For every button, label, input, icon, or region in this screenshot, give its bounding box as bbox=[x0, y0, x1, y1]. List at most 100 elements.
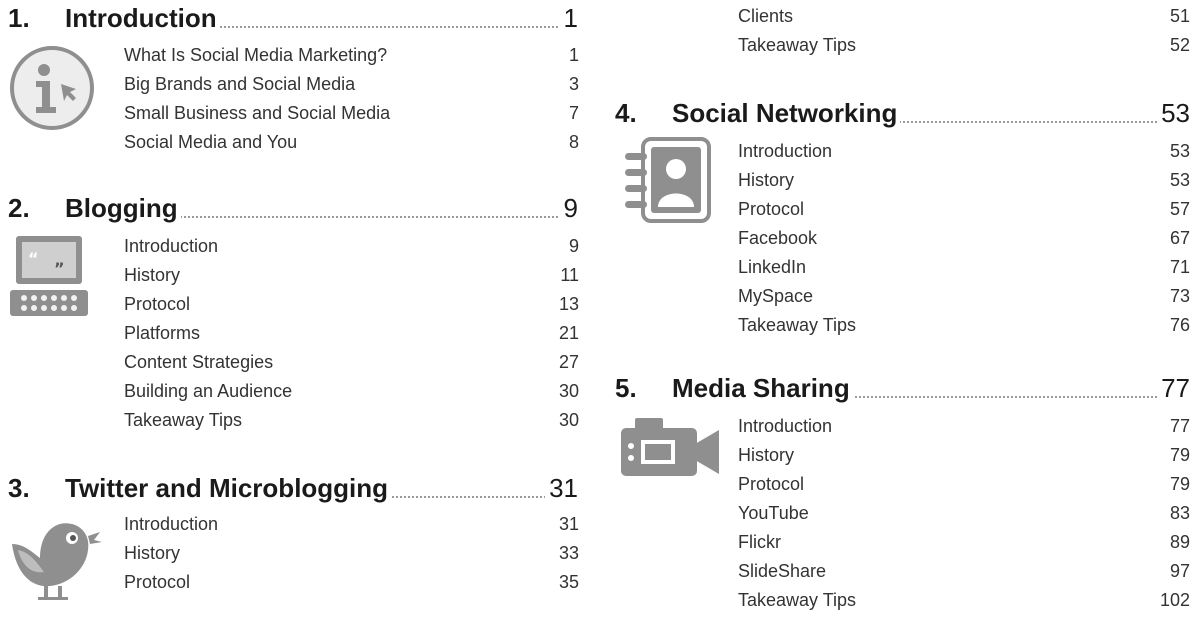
toc-entry[interactable]: YouTube 83 bbox=[738, 503, 1190, 532]
entry-title: Building an Audience bbox=[124, 381, 293, 401]
toc-entry[interactable]: Takeaway Tips 52 bbox=[738, 35, 1190, 64]
chapter-4: 4. Social Networking 53 Introduction 53 … bbox=[615, 95, 1190, 350]
chapter-page: 53 bbox=[1157, 98, 1190, 129]
chapter-5: 5. Media Sharing 77 Introduction 77 Hist… bbox=[615, 370, 1190, 615]
entry-title: Big Brands and Social Media bbox=[124, 74, 356, 94]
entry-title: Takeaway Tips bbox=[738, 35, 857, 55]
toc-entry[interactable]: Introduction 31 bbox=[124, 514, 579, 543]
entry-title: Takeaway Tips bbox=[738, 590, 857, 610]
entry-title: History bbox=[124, 265, 181, 285]
entry-title: Protocol bbox=[124, 572, 191, 592]
address-book-icon bbox=[625, 137, 711, 223]
entry-title: What Is Social Media Marketing? bbox=[124, 45, 388, 65]
toc-entry[interactable]: Protocol 79 bbox=[738, 474, 1190, 503]
svg-text:“: “ bbox=[28, 249, 39, 268]
chapter-title: Blogging bbox=[65, 193, 181, 224]
toc-entry[interactable]: Social Media and You 8 bbox=[124, 132, 579, 161]
entry-title: LinkedIn bbox=[738, 257, 807, 277]
entry-page: 102 bbox=[1159, 590, 1190, 610]
entry-page: 51 bbox=[1169, 6, 1190, 26]
toc-entry[interactable]: Protocol 57 bbox=[738, 199, 1190, 228]
entry-page: 57 bbox=[1169, 199, 1190, 219]
entry-page: 1 bbox=[568, 45, 579, 65]
toc-entry[interactable]: Small Business and Social Media 7 bbox=[124, 103, 579, 132]
entry-title: Social Media and You bbox=[124, 132, 298, 152]
entry-page: 13 bbox=[558, 294, 579, 314]
chapter-page: 9 bbox=[559, 193, 578, 224]
info-icon bbox=[10, 46, 94, 130]
entry-page: 7 bbox=[568, 103, 579, 123]
chapter-page: 77 bbox=[1157, 373, 1190, 404]
chapter-title: Introduction bbox=[65, 3, 220, 34]
entry-page: 83 bbox=[1169, 503, 1190, 523]
toc-entry[interactable]: Takeaway Tips 30 bbox=[124, 410, 579, 439]
entry-page: 21 bbox=[558, 323, 579, 343]
chapter-page: 31 bbox=[545, 473, 578, 504]
entry-title: Protocol bbox=[738, 474, 805, 494]
entry-page: 73 bbox=[1169, 286, 1190, 306]
entry-page: 31 bbox=[558, 514, 579, 534]
toc-entry[interactable]: History 53 bbox=[738, 170, 1190, 199]
toc-entry[interactable]: Building an Audience 30 bbox=[124, 381, 579, 410]
toc-entry[interactable]: Facebook 67 bbox=[738, 228, 1190, 257]
entry-page: 30 bbox=[558, 410, 579, 430]
toc-entry[interactable]: What Is Social Media Marketing? 1 bbox=[124, 45, 579, 74]
entry-page: 67 bbox=[1169, 228, 1190, 248]
entry-page: 9 bbox=[568, 236, 579, 256]
entry-title: History bbox=[124, 543, 181, 563]
entry-title: Introduction bbox=[124, 514, 219, 534]
toc-entry[interactable]: Introduction 53 bbox=[738, 141, 1190, 170]
toc-entry[interactable]: Flickr 89 bbox=[738, 532, 1190, 561]
chapter-number: 5. bbox=[615, 373, 637, 403]
toc-entry[interactable]: Protocol 13 bbox=[124, 294, 579, 323]
chapter-1: 1. Introduction 1 What Is Social Media M… bbox=[8, 0, 579, 170]
entry-page: 3 bbox=[568, 74, 579, 94]
toc-entry[interactable]: Platforms 21 bbox=[124, 323, 579, 352]
toc-entry[interactable]: MySpace 73 bbox=[738, 286, 1190, 315]
toc-entry[interactable]: History 79 bbox=[738, 445, 1190, 474]
chapter-title: Media Sharing bbox=[672, 373, 853, 404]
entry-page: 33 bbox=[558, 543, 579, 563]
toc-entry[interactable]: Introduction 77 bbox=[738, 416, 1190, 445]
toc-entry[interactable]: History 33 bbox=[124, 543, 579, 572]
entry-title: Flickr bbox=[738, 532, 781, 552]
entry-title: Content Strategies bbox=[124, 352, 274, 372]
bird-icon bbox=[12, 523, 102, 600]
toc-entry[interactable]: LinkedIn 71 bbox=[738, 257, 1190, 286]
entry-title: Facebook bbox=[738, 228, 818, 248]
toc-entry[interactable]: Introduction 9 bbox=[124, 236, 579, 265]
toc-entry[interactable]: Content Strategies 27 bbox=[124, 352, 579, 381]
entry-title: Introduction bbox=[738, 416, 833, 436]
entry-title: History bbox=[738, 170, 795, 190]
chapter-number: 1. bbox=[8, 3, 30, 33]
chapter-3: 3. Twitter and Microblogging 31 Introduc… bbox=[8, 470, 579, 615]
entry-title: Clients bbox=[738, 6, 794, 26]
entry-title: MySpace bbox=[738, 286, 814, 306]
entry-title: Protocol bbox=[738, 199, 805, 219]
chapter-heading: 5. Media Sharing 77 bbox=[615, 370, 1190, 410]
entry-page: 79 bbox=[1169, 445, 1190, 465]
chapter-title: Twitter and Microblogging bbox=[65, 473, 392, 504]
entry-page: 52 bbox=[1169, 35, 1190, 55]
entry-title: YouTube bbox=[738, 503, 809, 523]
toc-entry[interactable]: Protocol 35 bbox=[124, 572, 579, 601]
entry-page: 71 bbox=[1169, 257, 1190, 277]
chapter-page: 1 bbox=[559, 3, 578, 34]
chapter-number: 4. bbox=[615, 98, 637, 128]
entry-title: Platforms bbox=[124, 323, 201, 343]
entry-title: Introduction bbox=[738, 141, 833, 161]
chapter-heading: 3. Twitter and Microblogging 31 bbox=[8, 470, 578, 510]
toc-entry[interactable]: Takeaway Tips 76 bbox=[738, 315, 1190, 344]
entry-page: 27 bbox=[558, 352, 579, 372]
toc-entry[interactable]: Big Brands and Social Media 3 bbox=[124, 74, 579, 103]
entry-page: 97 bbox=[1169, 561, 1190, 581]
chapter-heading: 4. Social Networking 53 bbox=[615, 95, 1190, 135]
toc-entry[interactable]: SlideShare 97 bbox=[738, 561, 1190, 590]
entry-page: 53 bbox=[1169, 141, 1190, 161]
video-camera-icon bbox=[621, 418, 719, 476]
chapter-title: Social Networking bbox=[672, 98, 901, 129]
chapter-heading: 1. Introduction 1 bbox=[8, 0, 578, 40]
toc-entry[interactable]: Clients 51 bbox=[738, 6, 1190, 35]
toc-entry[interactable]: History 11 bbox=[124, 265, 579, 294]
entry-page: 89 bbox=[1169, 532, 1190, 552]
